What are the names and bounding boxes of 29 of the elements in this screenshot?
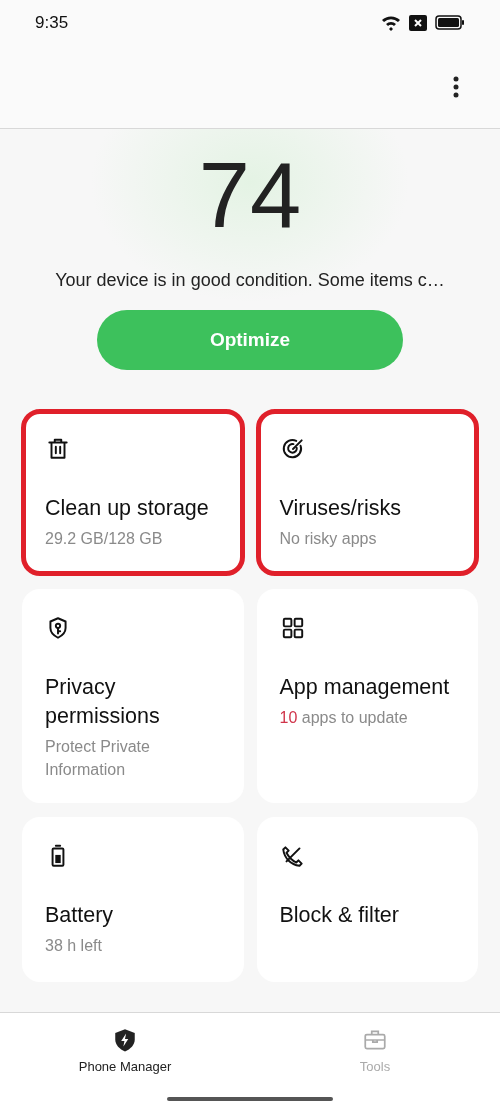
wifi-icon bbox=[381, 14, 401, 31]
card-subtitle: Protect Private Information bbox=[45, 737, 151, 780]
feature-card[interactable]: Privacy permissions Protect Private Information bbox=[22, 589, 244, 803]
card-title: Battery bbox=[45, 902, 115, 929]
card-title: App management bbox=[279, 674, 451, 701]
status-time: 9:35 bbox=[35, 11, 69, 34]
card-title: Clean up storage bbox=[45, 495, 210, 522]
status-message: Your device is in good condition. Some items c… bbox=[55, 269, 445, 292]
more-icon bbox=[452, 74, 460, 99]
card-subtitle: 38 h left bbox=[45, 936, 103, 956]
card-subtitle: No risky apps bbox=[279, 529, 378, 549]
battery-status-icon bbox=[435, 15, 465, 30]
card-subtitle: 10 apps to update bbox=[279, 708, 409, 728]
card-title: Block & filter bbox=[279, 902, 400, 929]
shield-bolt-icon bbox=[112, 1027, 138, 1053]
health-score: 74 bbox=[198, 145, 302, 245]
feature-card[interactable]: App management 10 apps to update bbox=[256, 589, 478, 803]
nav-tab[interactable]: Phone Manager bbox=[0, 1013, 250, 1111]
feature-card[interactable]: Battery 38 h left bbox=[22, 817, 244, 982]
card-subtitle: 29.2 GB/128 GB bbox=[45, 529, 164, 549]
card-title: Privacy permissions bbox=[45, 674, 161, 730]
blocked-call-icon bbox=[279, 843, 306, 869]
toolbox-icon bbox=[362, 1027, 388, 1053]
feature-card[interactable]: Block & filter bbox=[256, 817, 478, 982]
trash-icon bbox=[45, 436, 71, 462]
card-title: Viruses/risks bbox=[279, 495, 402, 522]
feature-card[interactable]: Viruses/risks No risky apps bbox=[256, 410, 478, 575]
feature-card[interactable]: Clean up storage 29.2 GB/128 GB bbox=[22, 410, 244, 575]
sim-off-icon bbox=[409, 14, 427, 31]
